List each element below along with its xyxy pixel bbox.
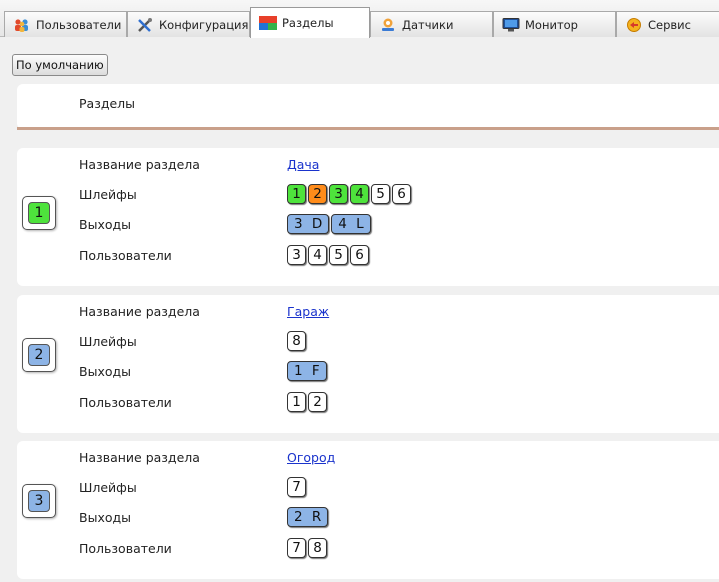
- section-name-label: Название раздела: [79, 304, 200, 319]
- loop-chip[interactable]: 8: [287, 331, 306, 351]
- section-card: 1 Название раздела Дача Шлейфы 1 2 3 4 5…: [17, 148, 719, 286]
- sensor-icon: [379, 18, 397, 32]
- users-label: Пользователи: [79, 541, 172, 556]
- user-chip[interactable]: 4: [308, 245, 327, 265]
- user-chip[interactable]: 3: [287, 245, 306, 265]
- loop-chip[interactable]: 1: [287, 184, 306, 204]
- header-divider: [17, 127, 719, 130]
- loops-list: 8: [287, 331, 308, 351]
- loop-chip[interactable]: 7: [287, 477, 306, 497]
- loops-list: 1 2 3 4 5 6: [287, 184, 413, 204]
- tab-sensors[interactable]: Датчики: [370, 11, 493, 37]
- user-chip[interactable]: 6: [350, 245, 369, 265]
- monitor-icon: [502, 17, 520, 32]
- users-list: 3 4 5 6: [287, 245, 371, 265]
- section-card: 2 Название раздела Гараж Шлейфы 8 Выходы…: [17, 295, 719, 433]
- section-number-badge[interactable]: 2: [22, 338, 56, 372]
- tab-label: Датчики: [402, 17, 454, 32]
- section-name-link[interactable]: Огород: [287, 450, 335, 465]
- outputs-label: Выходы: [79, 364, 132, 379]
- loops-label: Шлейфы: [79, 334, 137, 349]
- loop-chip[interactable]: 5: [371, 184, 390, 204]
- loop-chip[interactable]: 6: [392, 184, 411, 204]
- tab-label: Конфигурация: [159, 17, 249, 32]
- user-chip[interactable]: 7: [287, 538, 306, 558]
- sections-icon: [259, 16, 277, 30]
- users-icon: [13, 18, 31, 32]
- user-chip[interactable]: 5: [329, 245, 348, 265]
- loops-list: 7: [287, 477, 308, 497]
- loop-chip[interactable]: 4: [350, 184, 369, 204]
- section-number: 2: [28, 344, 50, 366]
- section-card: 3 Название раздела Огород Шлейфы 7 Выход…: [17, 441, 719, 579]
- output-chip[interactable]: 4 L: [331, 214, 371, 234]
- section-number: 3: [28, 490, 50, 512]
- output-chip[interactable]: 2 R: [287, 507, 329, 527]
- outputs-list: 1 F: [287, 361, 329, 381]
- outputs-list: 3 D 4 L: [287, 214, 373, 234]
- user-chip[interactable]: 8: [308, 538, 327, 558]
- page-title: Разделы: [79, 96, 136, 111]
- loops-label: Шлейфы: [79, 187, 137, 202]
- section-name-link[interactable]: Дача: [287, 157, 319, 172]
- tab-label: Сервис: [648, 17, 691, 32]
- output-chip[interactable]: 3 D: [287, 214, 330, 234]
- tab-label: Пользователи: [36, 17, 122, 32]
- section-name-label: Название раздела: [79, 157, 200, 172]
- output-chip[interactable]: 1 F: [287, 361, 327, 381]
- loop-chip[interactable]: 2: [308, 184, 327, 204]
- tab-configuration[interactable]: Конфигурация: [127, 11, 250, 37]
- tab-service[interactable]: Сервис: [616, 11, 719, 37]
- users-label: Пользователи: [79, 248, 172, 263]
- section-number: 1: [28, 202, 50, 224]
- section-name-label: Название раздела: [79, 450, 200, 465]
- user-chip[interactable]: 1: [287, 392, 306, 412]
- users-list: 1 2: [287, 392, 329, 412]
- user-chip[interactable]: 2: [308, 392, 327, 412]
- users-list: 7 8: [287, 538, 329, 558]
- tab-label: Монитор: [525, 17, 578, 32]
- outputs-list: 2 R: [287, 507, 330, 527]
- users-label: Пользователи: [79, 395, 172, 410]
- section-name-link[interactable]: Гараж: [287, 304, 329, 319]
- section-number-badge[interactable]: 3: [22, 484, 56, 518]
- section-number-badge[interactable]: 1: [22, 196, 56, 230]
- sections-header: Разделы: [17, 84, 719, 129]
- outputs-label: Выходы: [79, 217, 132, 232]
- tab-sections[interactable]: Разделы: [250, 7, 370, 38]
- outputs-label: Выходы: [79, 510, 132, 525]
- defaults-button[interactable]: По умолчанию: [12, 54, 108, 76]
- tools-icon: [136, 17, 154, 32]
- service-icon: [625, 17, 643, 32]
- tab-users[interactable]: Пользователи: [4, 11, 127, 37]
- loop-chip[interactable]: 3: [329, 184, 348, 204]
- tab-bar: Пользователи Конфигурация Разделы Датчик…: [0, 0, 719, 38]
- loops-label: Шлейфы: [79, 480, 137, 495]
- tab-monitor[interactable]: Монитор: [493, 11, 616, 37]
- tab-label: Разделы: [282, 16, 334, 30]
